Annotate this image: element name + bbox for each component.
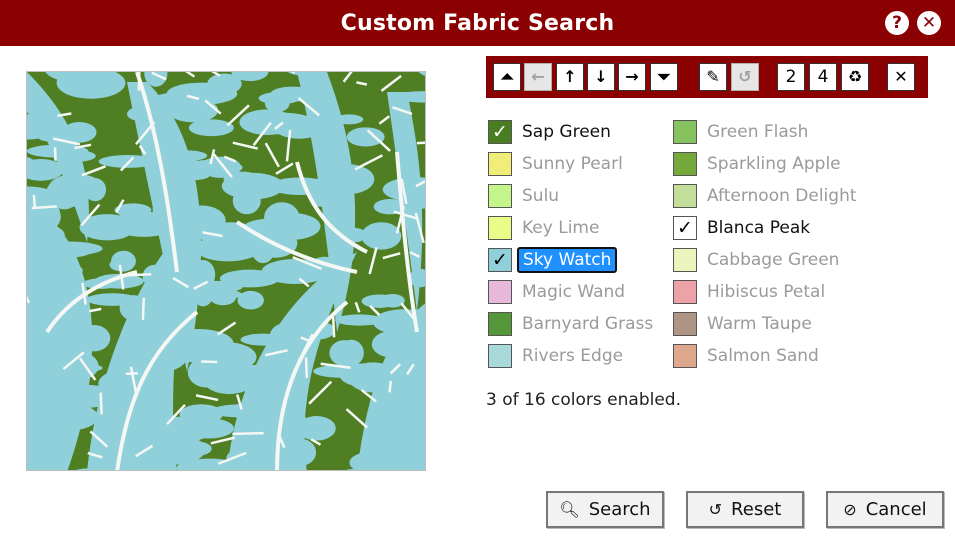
color-name: Sunny Pearl [522,154,623,174]
undo-icon: ↺ [738,67,752,86]
double-chevron-down-icon: ⏷ [657,67,671,86]
move-down-button[interactable]: ↓ [587,63,615,91]
color-swatch-checkbox[interactable] [673,280,697,304]
color-swatch-checkbox[interactable] [673,344,697,368]
color-item[interactable]: Salmon Sand [673,342,819,370]
color-item[interactable]: Sparkling Apple [673,150,841,178]
color-name: Salmon Sand [707,346,819,366]
color-name: Sky Watch [517,247,618,273]
color-item[interactable]: Hibiscus Petal [673,278,825,306]
recycle-icon: ♻ [847,67,863,86]
fabric-preview [26,71,426,471]
color-item[interactable]: ✓ Sap Green [488,118,611,146]
clear-button[interactable]: ✕ [887,63,915,91]
color-item[interactable]: Warm Taupe [673,310,812,338]
search-button[interactable]: 🔍︎ Search [546,491,664,528]
move-up-button[interactable]: ↑ [556,63,584,91]
undo-icon: ↺ [708,500,723,519]
status-text: 3 of 16 colors enabled. [486,390,681,410]
cancel-button[interactable]: ⊘ Cancel [826,491,944,528]
edit-button[interactable]: ✎ [699,63,727,91]
close-x-icon: ✕ [894,67,908,86]
color-name: Magic Wand [522,282,626,302]
color-item[interactable]: Key Lime [488,214,599,242]
color-list: ✓ Sap Green Sunny Pearl Sulu Key Lime ✓ Sky Wa… [486,118,946,378]
four-button[interactable]: 4 [809,63,837,91]
color-item[interactable]: Cabbage Green [673,246,839,274]
color-swatch-checkbox[interactable] [488,312,512,336]
reset-button[interactable]: ↺ Reset [686,491,804,528]
cancel-button-label: Cancel [865,499,927,520]
fabric-pattern-image [27,72,425,470]
color-item[interactable]: Magic Wand [488,278,625,306]
title-bar-icons: ? ✕ [885,11,941,35]
color-swatch-checkbox[interactable] [673,184,697,208]
color-swatch-checkbox[interactable]: ✓ [488,120,512,144]
color-swatch-checkbox[interactable] [673,312,697,336]
color-swatch-checkbox[interactable] [488,344,512,368]
arrow-up-icon: ↑ [563,67,577,86]
move-to-top-button[interactable]: ⏶ [493,63,521,91]
color-swatch-checkbox[interactable] [488,280,512,304]
color-item[interactable]: Sulu [488,182,559,210]
search-button-label: Search [588,499,651,520]
close-x-icon[interactable]: ✕ [917,11,941,35]
color-name: Warm Taupe [707,314,812,334]
color-name: Sparkling Apple [707,154,841,174]
color-swatch-checkbox[interactable]: ✓ [488,248,512,272]
color-swatch-checkbox[interactable] [673,152,697,176]
back-button[interactable]: ← [524,63,552,91]
checkmark-icon: ✓ [492,120,508,143]
color-name: Blanca Peak [707,218,811,238]
color-item[interactable]: Rivers Edge [488,342,623,370]
two-button[interactable]: 2 [777,63,805,91]
color-name: Hibiscus Petal [707,282,826,302]
window-title: Custom Fabric Search [340,10,615,36]
color-name: Rivers Edge [522,346,624,366]
color-swatch-checkbox[interactable] [488,184,512,208]
color-item[interactable]: Sunny Pearl [488,150,623,178]
color-swatch-checkbox[interactable] [673,248,697,272]
arrow-right-icon: → [625,67,639,86]
color-name: Barnyard Grass [522,314,654,334]
move-to-bottom-button[interactable]: ⏷ [650,63,678,91]
color-name: Sap Green [522,122,611,142]
color-name: Key Lime [522,218,600,238]
color-name: Afternoon Delight [707,186,857,206]
color-name: Sulu [522,186,560,206]
color-item[interactable]: Green Flash [673,118,808,146]
magnifier-icon: 🔍︎ [559,500,580,519]
arrow-down-icon: ↓ [594,67,608,86]
no-entry-icon: ⊘ [843,500,857,519]
color-item[interactable]: Barnyard Grass [488,310,653,338]
color-name: Cabbage Green [707,250,840,270]
color-swatch-checkbox[interactable] [488,216,512,240]
color-item[interactable]: ✓ Blanca Peak [673,214,810,242]
question-mark-icon[interactable]: ? [885,11,909,35]
pencil-icon: ✎ [706,67,720,86]
checkmark-icon: ✓ [492,248,508,271]
forward-button[interactable]: → [618,63,646,91]
color-swatch-checkbox[interactable] [488,152,512,176]
color-swatch-checkbox[interactable]: ✓ [673,216,697,240]
checkmark-icon: ✓ [677,216,693,239]
undo-button[interactable]: ↺ [731,63,759,91]
color-toolbar: ⏶ ← ↑ ↓ → ⏷ ✎ ↺ 2 4 ♻ ✕ [486,56,928,98]
title-bar: Custom Fabric Search ? ✕ [0,0,955,46]
reset-button-label: Reset [731,499,782,520]
recycle-button[interactable]: ♻ [841,63,869,91]
color-name: Green Flash [707,122,809,142]
double-chevron-up-icon: ⏶ [500,67,514,86]
arrow-left-icon: ← [531,67,545,86]
color-item[interactable]: ✓ Sky Watch [488,246,618,274]
color-item[interactable]: Afternoon Delight [673,182,857,210]
color-swatch-checkbox[interactable] [673,120,697,144]
